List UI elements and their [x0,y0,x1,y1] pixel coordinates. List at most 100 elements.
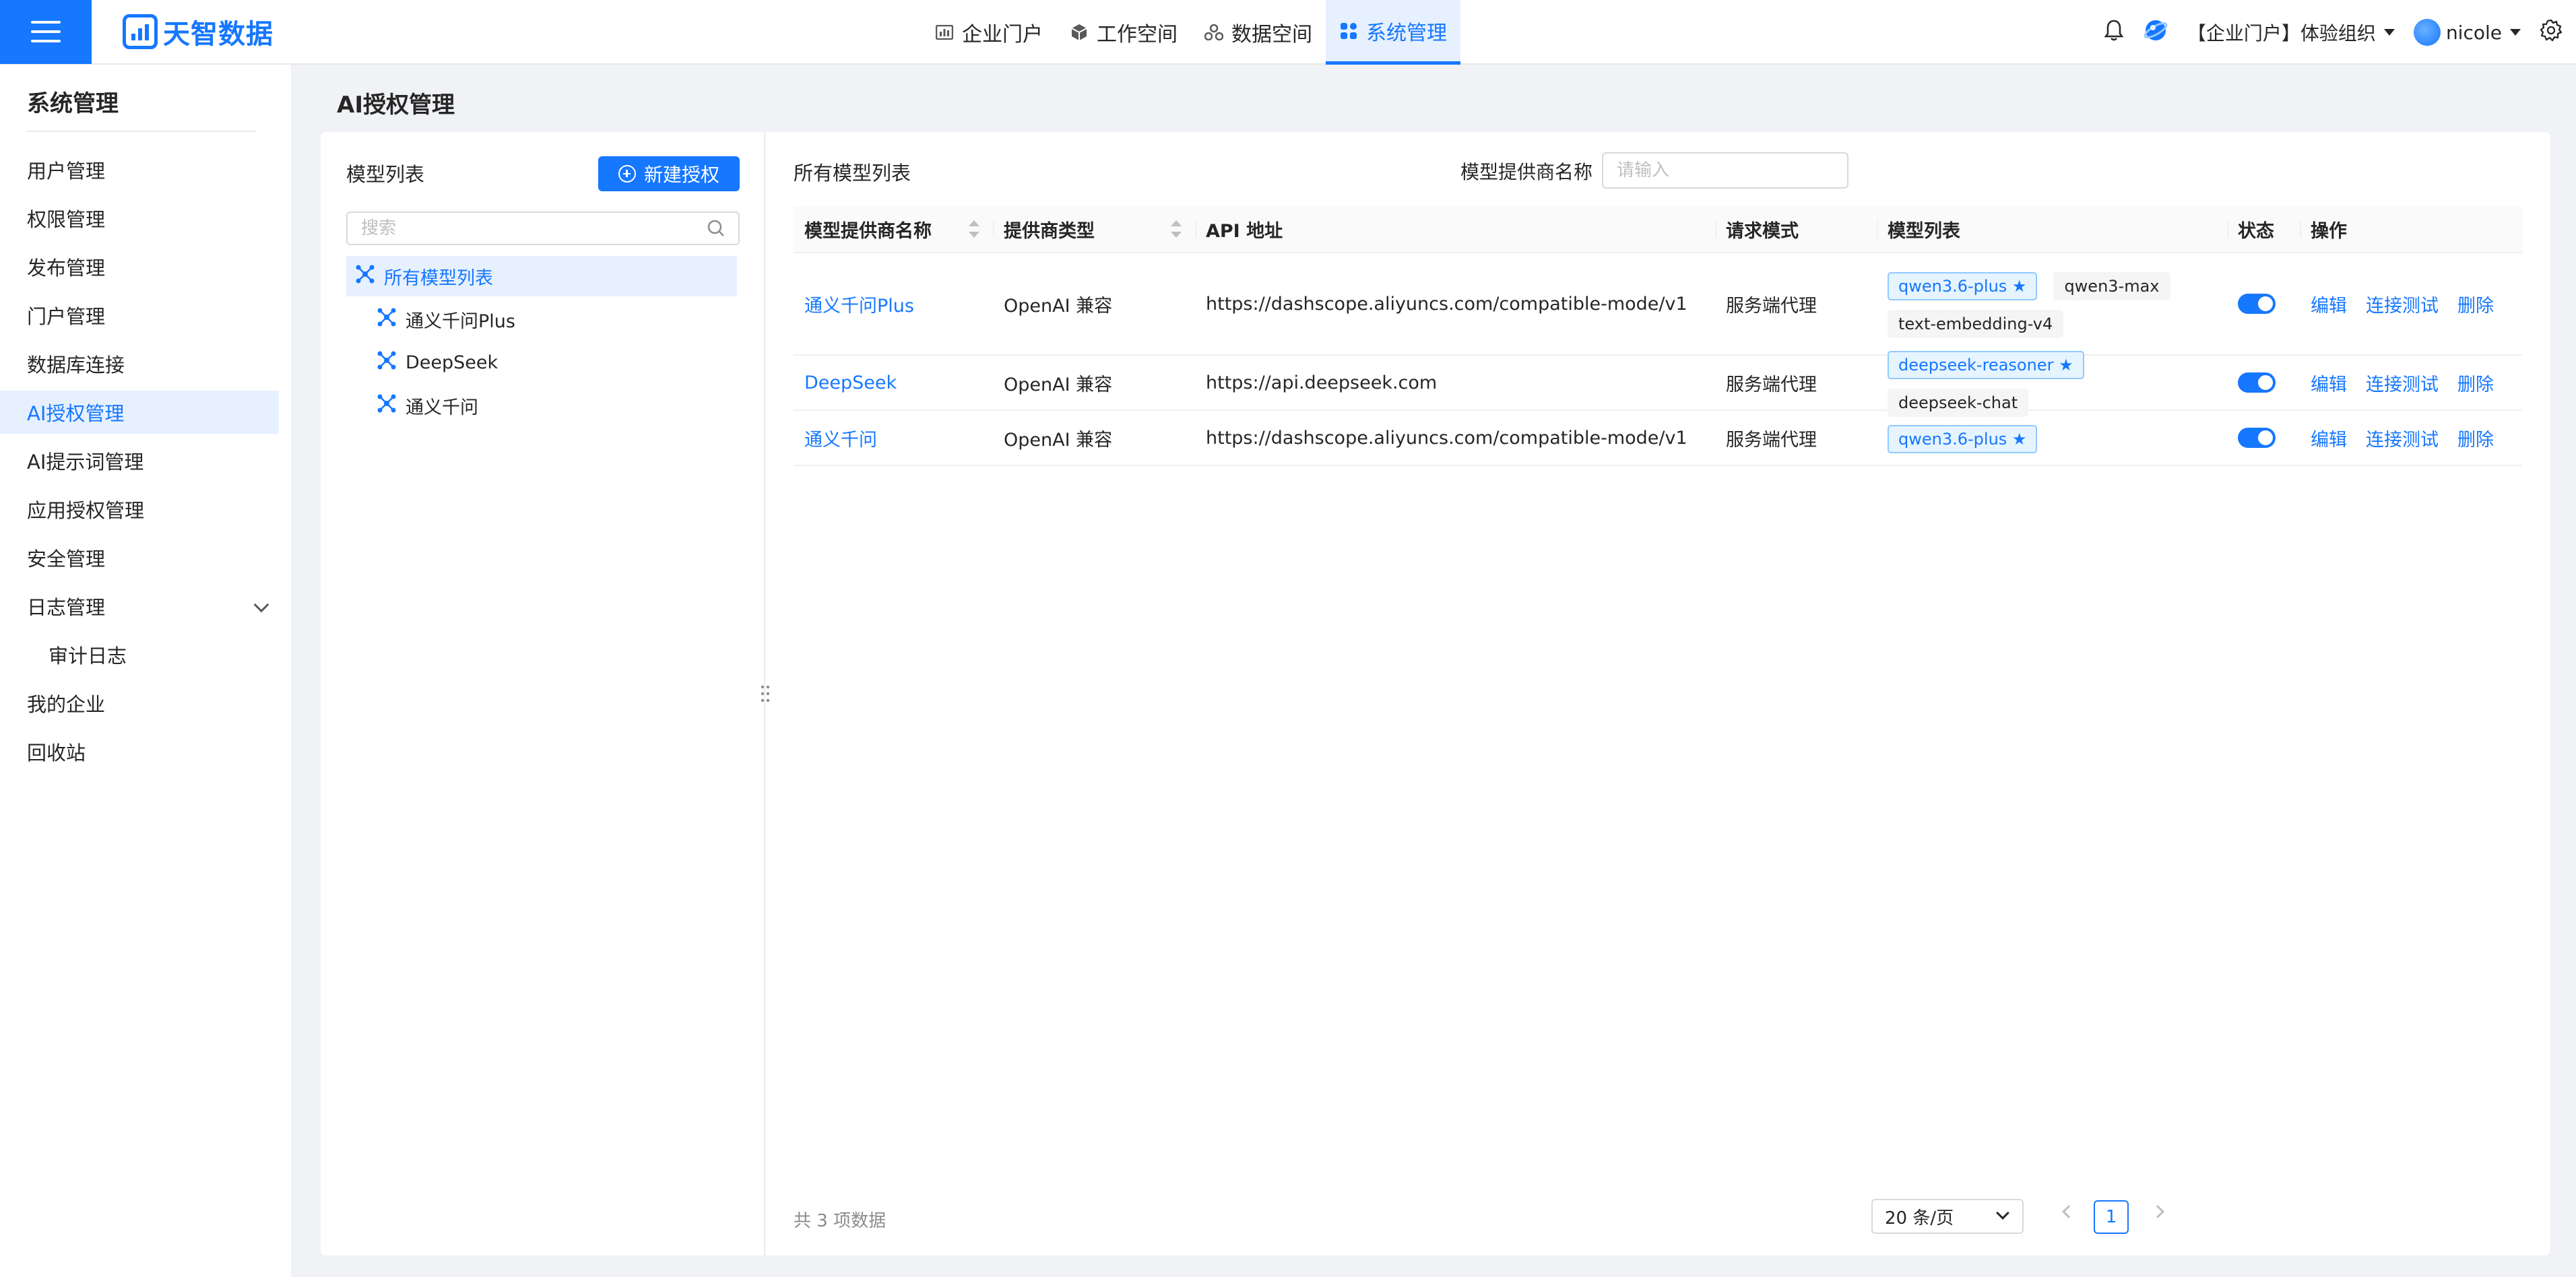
status-toggle[interactable] [2238,294,2276,314]
sort-icon[interactable] [1171,219,1182,239]
chevron-down-icon [1996,1206,2009,1220]
request-mode: 服务端代理 [1726,374,1817,395]
list-panel-title: 所有模型列表 [794,162,911,185]
tree-item-qwen-plus[interactable]: 通义千问Plus [346,299,737,339]
sidebar-menu: 用户管理 权限管理 发布管理 门户管理 数据库连接 AI授权管理 AI提示词管理… [0,148,291,779]
user-menu[interactable]: nicole [2413,19,2521,46]
page-number-button[interactable]: 1 [2094,1200,2129,1234]
caret-down-icon [2383,29,2395,36]
model-tags: qwen3.6-plus ★ qwen3-max text-embedding-… [1888,269,2227,338]
app-logo[interactable]: 天智数据 [123,12,273,51]
sidebar-divider [27,131,256,132]
next-page-icon[interactable] [2151,1205,2164,1218]
edit-button[interactable]: 编辑 [2311,425,2347,451]
edit-button[interactable]: 编辑 [2311,370,2347,396]
tree-search-input[interactable] [346,211,740,245]
tree-item-label: 通义千问 [406,397,478,418]
sidebar-item-app-auth[interactable]: 应用授权管理 [0,488,291,531]
col-header-type[interactable]: 提供商类型 [993,205,1195,253]
grid-icon [1339,22,1358,40]
sidebar-item-logs[interactable]: 日志管理 [0,585,291,628]
planet-icon[interactable] [2143,18,2168,48]
test-connection-button[interactable]: 连接测试 [2366,291,2439,317]
test-connection-button[interactable]: 连接测试 [2366,425,2439,451]
gear-icon[interactable] [2540,19,2563,46]
provider-table: 模型提供商名称 提供商类型 API 地址 请求模式 模型列表 状态 操作 通义千… [794,206,2522,466]
model-tags: deepseek-reasoner ★ deepseek-chat [1888,348,2227,417]
sidebar-item-my-enterprise[interactable]: 我的企业 [0,682,291,725]
row-actions: 编辑 连接测试 删除 [2311,425,2522,451]
sidebar-item-audit-log[interactable]: 审计日志 [0,633,291,676]
delete-button[interactable]: 删除 [2457,425,2494,451]
sidebar-item-permissions[interactable]: 权限管理 [0,197,291,240]
tree-item-deepseek[interactable]: DeepSeek [346,342,737,383]
new-auth-label: 新建授权 [643,164,719,186]
new-auth-button[interactable]: 新建授权 [598,156,740,191]
edit-button[interactable]: 编辑 [2311,291,2347,317]
provider-filter-input[interactable] [1602,152,1848,189]
provider-name-link[interactable]: 通义千问Plus [804,296,914,317]
col-header-models: 模型列表 [1877,205,2227,253]
nav-tab-portal[interactable]: 企业门户 [922,0,1056,65]
delete-button[interactable]: 删除 [2457,370,2494,396]
col-header-mode: 请求模式 [1715,205,1877,253]
total-count: 共 3 项数据 [794,1211,887,1231]
bell-icon[interactable] [2104,19,2124,46]
cube-icon [1070,23,1089,42]
sidebar-item-portal[interactable]: 门户管理 [0,294,291,337]
sidebar-item-publish[interactable]: 发布管理 [0,245,291,288]
sidebar-item-ai-prompts[interactable]: AI提示词管理 [0,439,291,482]
top-nav: 企业门户 工作空间 数据空间 系统管理 [922,0,1460,65]
menu-toggle-button[interactable] [0,0,92,64]
provider-type: OpenAI 兼容 [1004,295,1113,317]
table-row: 通义千问 OpenAI 兼容 https://dashscope.aliyunc… [794,411,2522,466]
test-connection-button[interactable]: 连接测试 [2366,370,2439,396]
col-header-status: 状态 [2227,205,2300,253]
nav-tab-workspace[interactable]: 工作空间 [1056,0,1191,65]
hamburger-icon [31,21,61,42]
model-tree-panel: 模型列表 新建授权 所有模型列表 通义千问Plus [321,132,765,1255]
prev-page-icon[interactable] [2062,1205,2075,1218]
col-header-api: API 地址 [1195,205,1715,253]
sidebar-item-recycle-bin[interactable]: 回收站 [0,730,291,773]
sidebar-item-label: 日志管理 [27,596,106,619]
sidebar-item-security[interactable]: 安全管理 [0,536,291,579]
col-header-provider[interactable]: 模型提供商名称 [794,205,993,253]
plus-circle-icon [618,165,636,183]
table-header: 模型提供商名称 提供商类型 API 地址 请求模式 模型列表 状态 操作 [794,206,2522,253]
nav-tab-dataspace[interactable]: 数据空间 [1191,0,1326,65]
request-mode: 服务端代理 [1726,429,1817,451]
model-tag: qwen3-max [2053,272,2170,300]
sort-icon[interactable] [969,219,979,239]
page-title: AI授权管理 [337,92,455,119]
col-header-label: 提供商类型 [1004,220,1095,242]
caret-down-icon [2510,29,2521,36]
tree-item-all-models[interactable]: 所有模型列表 [346,256,737,296]
sidebar-title: 系统管理 [27,90,119,117]
model-node-icon [377,351,396,374]
sidebar-item-db-connection[interactable]: 数据库连接 [0,342,291,385]
sidebar-item-users[interactable]: 用户管理 [0,148,291,191]
provider-name-link[interactable]: DeepSeek [804,372,897,393]
model-tag: deepseek-reasoner ★ [1888,351,2084,379]
sidebar-item-ai-auth[interactable]: AI授权管理 [0,391,279,434]
status-toggle[interactable] [2238,428,2276,448]
tree-item-qwen[interactable]: 通义千问 [346,385,737,426]
page-size-select[interactable]: 20 条/页 [1871,1199,2024,1234]
api-url: https://dashscope.aliyuncs.com/compatibl… [1206,293,1687,315]
org-switcher[interactable]: 【企业门户】体验组织 [2187,19,2395,46]
status-toggle[interactable] [2238,372,2276,393]
provider-name-link[interactable]: 通义千问 [804,430,877,451]
model-tree: 所有模型列表 通义千问Plus DeepSeek 通义千问 [346,256,737,428]
nav-tab-label: 系统管理 [1366,21,1447,45]
nav-tab-label: 企业门户 [962,23,1043,46]
col-header-label: 模型提供商名称 [804,220,932,242]
cluster-icon [1204,23,1223,42]
table-row: 通义千问Plus OpenAI 兼容 https://dashscope.ali… [794,253,2522,356]
delete-button[interactable]: 删除 [2457,291,2494,317]
sidebar: 系统管理 用户管理 权限管理 发布管理 门户管理 数据库连接 AI授权管理 AI… [0,65,291,1277]
search-icon[interactable] [706,218,726,238]
nav-tab-system[interactable]: 系统管理 [1326,0,1460,65]
provider-type: OpenAI 兼容 [1004,374,1113,395]
dashboard-icon [935,23,954,42]
